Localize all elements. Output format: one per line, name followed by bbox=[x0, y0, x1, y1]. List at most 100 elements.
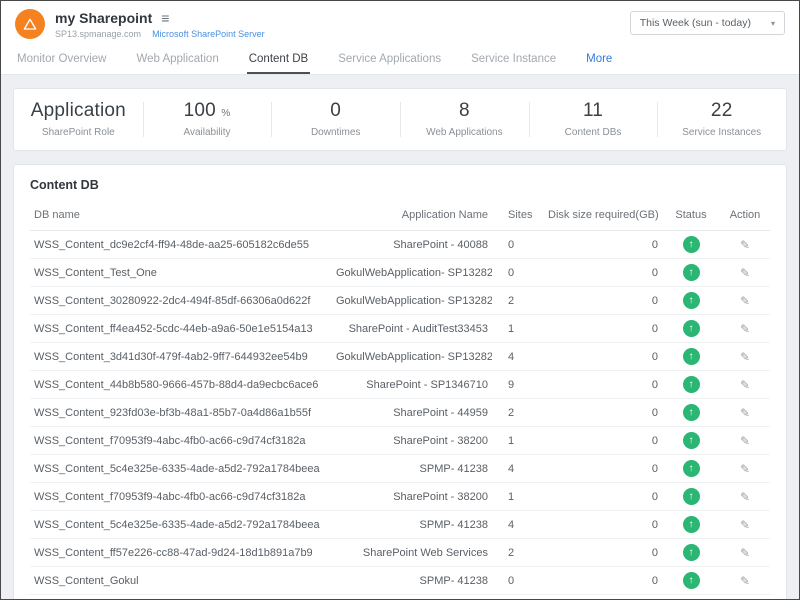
sites-cell: 0 bbox=[492, 259, 544, 287]
db-name-cell: WSS_Content_Test_One bbox=[30, 259, 332, 287]
action-cell: ✎ bbox=[720, 315, 770, 343]
disk-size-cell: 0 bbox=[544, 371, 662, 399]
time-period-value: This Week (sun - today) bbox=[640, 17, 751, 29]
status-cell: ↑ bbox=[662, 399, 720, 427]
monitor-type-avatar bbox=[15, 9, 45, 39]
tab-web-application[interactable]: Web Application bbox=[134, 44, 220, 74]
stat-availability: 100 % Availability bbox=[143, 89, 272, 150]
col-sites: Sites bbox=[492, 202, 544, 231]
edit-pencil-icon[interactable]: ✎ bbox=[740, 406, 750, 420]
content-db-card: Content DB DB name Application Name Site… bbox=[13, 164, 787, 599]
disk-size-cell: 0 bbox=[544, 567, 662, 595]
status-cell: ↑ bbox=[662, 287, 720, 315]
status-up-icon: ↑ bbox=[683, 544, 700, 561]
edit-pencil-icon[interactable]: ✎ bbox=[740, 378, 750, 392]
table-row[interactable]: WSS_Content_ff57e226-cc88-47ad-9d24-18d1… bbox=[30, 539, 770, 567]
application-name-cell: SharePoint - 38200 bbox=[332, 427, 492, 455]
edit-pencil-icon[interactable]: ✎ bbox=[740, 490, 750, 504]
sites-cell: 9 bbox=[492, 371, 544, 399]
sites-cell: 0 bbox=[492, 567, 544, 595]
edit-pencil-icon[interactable]: ✎ bbox=[740, 294, 750, 308]
db-name-cell: WSS_Content_f70953f9-4abc-4fb0-ac66-c9d7… bbox=[30, 483, 332, 511]
db-name-cell: WSS_Content_5c4e325e-6335-4ade-a5d2-792a… bbox=[30, 511, 332, 539]
table-header-row: DB name Application Name Sites Disk size… bbox=[30, 202, 770, 231]
percent-unit: % bbox=[221, 108, 230, 119]
time-period-dropdown[interactable]: This Week (sun - today) ▾ bbox=[630, 11, 785, 35]
app-window: my Sharepoint ≡ SP13.spmanage.com Micros… bbox=[0, 0, 800, 600]
tab-service-applications[interactable]: Service Applications bbox=[336, 44, 443, 74]
action-cell: ✎ bbox=[720, 371, 770, 399]
table-row[interactable]: WSS_Content_f70953f9-4abc-4fb0-ac66-c9d7… bbox=[30, 483, 770, 511]
table-row[interactable]: WSS_Content_5c4e325e-6335-4ade-a5d2-792a… bbox=[30, 455, 770, 483]
edit-pencil-icon[interactable]: ✎ bbox=[740, 350, 750, 364]
content-area: Application SharePoint Role 100 % Availa… bbox=[1, 75, 799, 599]
stat-sharepoint-role: Application SharePoint Role bbox=[14, 89, 143, 150]
sites-cell: 4 bbox=[492, 455, 544, 483]
status-up-icon: ↑ bbox=[683, 236, 700, 253]
table-row[interactable]: WSS_Content_3d41d30f-479f-4ab2-9ff7-6449… bbox=[30, 343, 770, 371]
status-up-icon: ↑ bbox=[683, 404, 700, 421]
db-name-cell: WSS_Content_f70953f9-4abc-4fb0-ac66-c9d7… bbox=[30, 427, 332, 455]
edit-pencil-icon[interactable]: ✎ bbox=[740, 574, 750, 588]
table-row[interactable]: WSS_Content_f70953f9-4abc-4fb0-ac66-c9d7… bbox=[30, 427, 770, 455]
sites-cell: 1 bbox=[492, 315, 544, 343]
monitor-identity: my Sharepoint ≡ SP13.spmanage.com Micros… bbox=[15, 9, 265, 39]
table-row[interactable]: WSS_Content_Test_One GokulWebApplication… bbox=[30, 259, 770, 287]
status-cell: ↑ bbox=[662, 343, 720, 371]
sites-cell: 2 bbox=[492, 287, 544, 315]
status-cell: ↑ bbox=[662, 371, 720, 399]
action-cell: ✎ bbox=[720, 455, 770, 483]
tab-more[interactable]: More bbox=[584, 44, 614, 74]
tab-service-instance[interactable]: Service Instance bbox=[469, 44, 558, 74]
table-row[interactable]: WSS_Content_dc9e2cf4-ff94-48de-aa25-6051… bbox=[30, 231, 770, 259]
edit-pencil-icon[interactable]: ✎ bbox=[740, 462, 750, 476]
status-up-icon: ↑ bbox=[683, 488, 700, 505]
sites-cell: 1 bbox=[492, 427, 544, 455]
application-name-cell: SPMP- 41238 bbox=[332, 567, 492, 595]
sites-cell: 1 bbox=[492, 483, 544, 511]
edit-pencil-icon[interactable]: ✎ bbox=[740, 266, 750, 280]
disk-size-cell: 0 bbox=[544, 539, 662, 567]
action-cell: ✎ bbox=[720, 259, 770, 287]
col-application-name: Application Name bbox=[332, 202, 492, 231]
table-row[interactable]: WSS_Content_30280922-2dc4-494f-85df-6630… bbox=[30, 287, 770, 315]
application-name-cell: SPMP- 41238 bbox=[332, 455, 492, 483]
db-name-cell: WSS_Content_3d41d30f-479f-4ab2-9ff7-6449… bbox=[30, 343, 332, 371]
action-cell: ✎ bbox=[720, 343, 770, 371]
sites-cell: 4 bbox=[492, 343, 544, 371]
table-row[interactable]: WSS_Content_ff4ea452-5cdc-44eb-a9a6-50e1… bbox=[30, 315, 770, 343]
warning-triangle-icon bbox=[22, 16, 38, 32]
page-title: my Sharepoint bbox=[55, 10, 152, 26]
server-type-link[interactable]: Microsoft SharePoint Server bbox=[152, 29, 265, 39]
db-name-cell: WSS_Content_Gokul bbox=[30, 567, 332, 595]
stat-value: 8 bbox=[404, 100, 525, 122]
disk-size-cell: 0 bbox=[544, 315, 662, 343]
application-name-cell: SharePoint - 40088 bbox=[332, 231, 492, 259]
action-cell: ✎ bbox=[720, 511, 770, 539]
chevron-down-icon: ▾ bbox=[771, 19, 775, 28]
stat-label: Content DBs bbox=[533, 127, 654, 138]
table-row[interactable]: WSS_Content_Gokul SPMP- 41238 0 0 ↑ ✎ bbox=[30, 567, 770, 595]
db-name-cell: WSS_Content_5c4e325e-6335-4ade-a5d2-792a… bbox=[30, 455, 332, 483]
edit-pencil-icon[interactable]: ✎ bbox=[740, 518, 750, 532]
tab-monitor-overview[interactable]: Monitor Overview bbox=[15, 44, 108, 74]
disk-size-cell: 0 bbox=[544, 483, 662, 511]
edit-pencil-icon[interactable]: ✎ bbox=[740, 322, 750, 336]
application-name-cell: SharePoint Web Services bbox=[332, 539, 492, 567]
stat-value: 11 bbox=[533, 100, 654, 122]
edit-pencil-icon[interactable]: ✎ bbox=[740, 546, 750, 560]
db-name-cell: WSS_Content_ff57e226-cc88-47ad-9d24-18d1… bbox=[30, 539, 332, 567]
application-name-cell: GokulWebApplication- SP1328261 bbox=[332, 343, 492, 371]
action-cell: ✎ bbox=[720, 539, 770, 567]
status-cell: ↑ bbox=[662, 483, 720, 511]
table-row[interactable]: WSS_Content_44b8b580-9666-457b-88d4-da9e… bbox=[30, 371, 770, 399]
table-row[interactable]: WSS_Content_5c4e325e-6335-4ade-a5d2-792a… bbox=[30, 511, 770, 539]
edit-pencil-icon[interactable]: ✎ bbox=[740, 434, 750, 448]
card-title: Content DB bbox=[14, 165, 786, 202]
disk-size-cell: 0 bbox=[544, 259, 662, 287]
hamburger-menu-icon[interactable]: ≡ bbox=[161, 11, 169, 25]
edit-pencil-icon[interactable]: ✎ bbox=[740, 238, 750, 252]
application-name-cell: SharePoint - SP1346710 bbox=[332, 371, 492, 399]
table-row[interactable]: WSS_Content_923fd03e-bf3b-48a1-85b7-0a4d… bbox=[30, 399, 770, 427]
tab-content-db[interactable]: Content DB bbox=[247, 44, 310, 74]
